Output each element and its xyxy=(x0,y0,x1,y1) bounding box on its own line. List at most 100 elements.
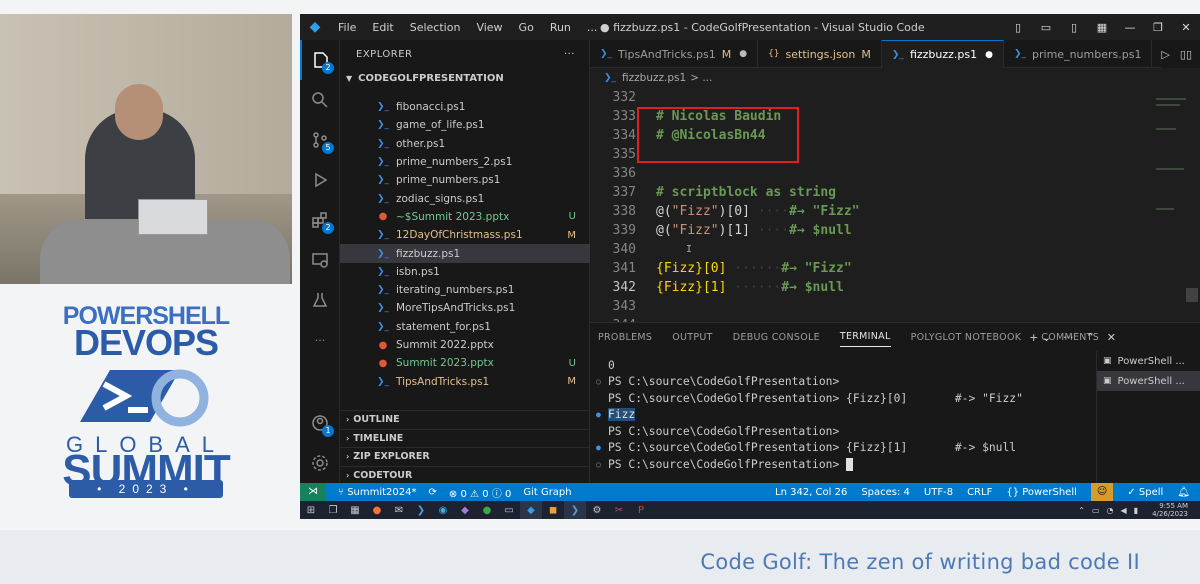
start-icon[interactable]: ⊞ xyxy=(300,501,322,519)
file-item[interactable]: ❯_ statement_for.ps1 xyxy=(340,318,590,336)
file-item[interactable]: ❯_ TipsAndTricks.ps1 M xyxy=(340,372,590,390)
notifications-bell-icon[interactable]: 🔔︎ xyxy=(1177,487,1190,498)
snipping-tool-icon[interactable]: ✂ xyxy=(608,501,630,519)
tab-fizzbuzz[interactable]: ❯_ fizzbuzz.ps1 ● xyxy=(881,40,1004,68)
layout-icon[interactable]: ▦ xyxy=(1088,21,1116,34)
clock[interactable]: 9:55 AM 4/26/2023 xyxy=(1145,502,1188,518)
branch-indicator[interactable]: ⑂ Summit2024* xyxy=(338,487,417,498)
more-views-icon[interactable]: ··· xyxy=(300,320,340,360)
menu-edit[interactable]: Edit xyxy=(364,21,401,34)
task-view-icon[interactable]: ❐ xyxy=(322,501,344,519)
testing-flask-icon[interactable] xyxy=(300,280,340,320)
file-item[interactable]: ❯_ fizzbuzz.ps1 xyxy=(340,244,590,263)
extensions-icon[interactable]: 2 xyxy=(300,200,340,240)
tab-debug-console[interactable]: DEBUG CONSOLE xyxy=(733,332,820,343)
vscode-app-icon[interactable]: ◆ xyxy=(520,501,542,519)
section-timeline[interactable]: › TIMELINE xyxy=(340,428,590,448)
sync-icon[interactable]: ⟳ xyxy=(429,487,437,498)
remote-explorer-icon[interactable] xyxy=(300,240,340,280)
run-icon[interactable]: ▷ xyxy=(1161,48,1169,61)
file-item[interactable]: ❯_ fibonacci.ps1 xyxy=(340,98,590,116)
menu-run[interactable]: Run xyxy=(542,21,579,34)
powershell-app-icon[interactable]: ❯ xyxy=(410,501,432,519)
breadcrumb-rest[interactable]: > ... xyxy=(690,72,712,84)
volume-icon[interactable]: ◀ xyxy=(1121,506,1127,515)
file-item[interactable]: ● ~$Summit 2023.pptx U xyxy=(340,208,590,226)
network-icon[interactable]: ▭ xyxy=(1092,506,1100,515)
file-item[interactable]: ❯_ prime_numbers_2.ps1 xyxy=(340,153,590,171)
new-terminal-icon[interactable]: + ⌄ xyxy=(1029,331,1051,344)
file-item[interactable]: ❯_ other.ps1 xyxy=(340,135,590,153)
menu-view[interactable]: View xyxy=(468,21,510,34)
widgets-icon[interactable]: ▦ xyxy=(344,501,366,519)
copilot-icon[interactable]: ☺ xyxy=(1090,483,1114,501)
file-item[interactable]: ● Summit 2023.pptx U xyxy=(340,354,590,372)
edge-icon[interactable]: ◉ xyxy=(432,501,454,519)
menu-selection[interactable]: Selection xyxy=(402,21,469,34)
minimap[interactable] xyxy=(1150,88,1200,322)
terminal-instance[interactable]: ▣ PowerShell ... xyxy=(1097,371,1200,391)
tab-problems[interactable]: PROBLEMS xyxy=(598,332,652,343)
wifi-icon[interactable]: ◔ xyxy=(1107,506,1114,515)
minimize-icon[interactable]: — xyxy=(1116,21,1144,34)
tab-tipsandtricks[interactable]: ❯_ TipsAndTricks.ps1 M ● xyxy=(590,40,759,68)
source-control-icon[interactable]: 5 xyxy=(300,120,340,160)
restore-icon[interactable]: ❐ xyxy=(1144,21,1172,34)
explorer-icon[interactable]: 2 xyxy=(300,40,340,80)
close-icon[interactable]: ✕ xyxy=(1172,21,1200,34)
toggle-secondary-sidebar-icon[interactable]: ▯ xyxy=(1060,21,1088,34)
terminal-app-icon[interactable]: ▭ xyxy=(498,501,520,519)
close-panel-icon[interactable]: ✕ xyxy=(1107,331,1116,344)
indentation[interactable]: Spaces: 4 xyxy=(861,487,910,498)
file-item[interactable]: ❯_ prime_numbers.ps1 xyxy=(340,171,590,189)
file-item[interactable]: ❯_ isbn.ps1 xyxy=(340,263,590,281)
explorer-more-button[interactable]: ··· xyxy=(564,49,575,60)
remote-indicator-icon[interactable]: ⋊ xyxy=(300,483,326,501)
accounts-icon[interactable]: 1 xyxy=(300,403,340,443)
store-icon[interactable]: ◆ xyxy=(454,501,476,519)
spell-check[interactable]: ✓ Spell xyxy=(1127,487,1163,498)
tab-polyglot-notebook[interactable]: POLYGLOT NOTEBOOK xyxy=(911,332,1022,343)
section-codetour[interactable]: › CODETOUR xyxy=(340,465,590,485)
terminal-output[interactable]: 0 ○ PS C:\source\CodeGolfPresentation> PS… xyxy=(590,351,1095,484)
presenter-app-icon[interactable]: ◼ xyxy=(542,501,564,519)
breadcrumb-file[interactable]: fizzbuzz.ps1 xyxy=(622,72,686,84)
panel-more-icon[interactable]: ··· xyxy=(1063,331,1074,344)
powerpoint-icon[interactable]: P xyxy=(630,501,652,519)
file-item[interactable]: ● Summit 2022.pptx xyxy=(340,336,590,354)
menu-file[interactable]: File xyxy=(330,21,364,34)
tray-overflow-icon[interactable]: ⌃ xyxy=(1078,506,1085,515)
git-graph-button[interactable]: Git Graph xyxy=(523,487,571,498)
menu-go[interactable]: Go xyxy=(511,21,542,34)
file-item[interactable]: ❯_ 12DayOfChristmass.ps1 M xyxy=(340,226,590,244)
settings-app-icon[interactable]: ⚙ xyxy=(586,501,608,519)
tab-prime-numbers[interactable]: ❯_ prime_numbers.ps1 xyxy=(1004,40,1153,68)
toggle-sidebar-icon[interactable]: ▯ xyxy=(1004,21,1032,34)
cursor-position[interactable]: Ln 342, Col 26 xyxy=(775,487,847,498)
run-debug-icon[interactable] xyxy=(300,160,340,200)
battery-icon[interactable]: ▮ xyxy=(1134,506,1138,515)
section-outline[interactable]: › OUTLINE xyxy=(340,410,590,429)
mail-icon[interactable]: ✉ xyxy=(388,501,410,519)
toggle-panel-icon[interactable]: ▭ xyxy=(1032,21,1060,34)
search-icon[interactable] xyxy=(300,80,340,120)
scrollbar-thumb[interactable] xyxy=(1186,288,1198,302)
tab-terminal[interactable]: TERMINAL xyxy=(839,331,891,347)
project-folder-header[interactable]: ▼ CODEGOLFPRESENTATION xyxy=(340,68,589,88)
file-item[interactable]: ❯_ MoreTipsAndTricks.ps1 xyxy=(340,299,590,317)
file-item[interactable]: ❯_ zodiac_signs.ps1 xyxy=(340,189,590,207)
terminal-instance[interactable]: ▣ PowerShell ... xyxy=(1097,351,1200,371)
powershell-ise-icon[interactable]: ❯ xyxy=(564,501,586,519)
xbox-icon[interactable]: ● xyxy=(476,501,498,519)
maximize-panel-icon[interactable]: ⌃ xyxy=(1086,331,1095,344)
split-editor-icon[interactable]: ▯▯ xyxy=(1180,48,1192,61)
firefox-icon[interactable]: ● xyxy=(366,501,388,519)
tab-settings-json[interactable]: {} settings.json M xyxy=(758,40,882,68)
settings-gear-icon[interactable] xyxy=(300,443,340,483)
problems-indicator[interactable]: ⊗ 0 ⚠ 0 ⓘ 0 xyxy=(449,485,511,500)
section-zip-explorer[interactable]: › ZIP EXPLORER xyxy=(340,447,590,466)
language-mode[interactable]: {} PowerShell xyxy=(1006,487,1077,498)
line-endings[interactable]: CRLF xyxy=(967,487,992,498)
file-item[interactable]: ❯_ iterating_numbers.ps1 xyxy=(340,281,590,299)
encoding[interactable]: UTF-8 xyxy=(924,487,953,498)
